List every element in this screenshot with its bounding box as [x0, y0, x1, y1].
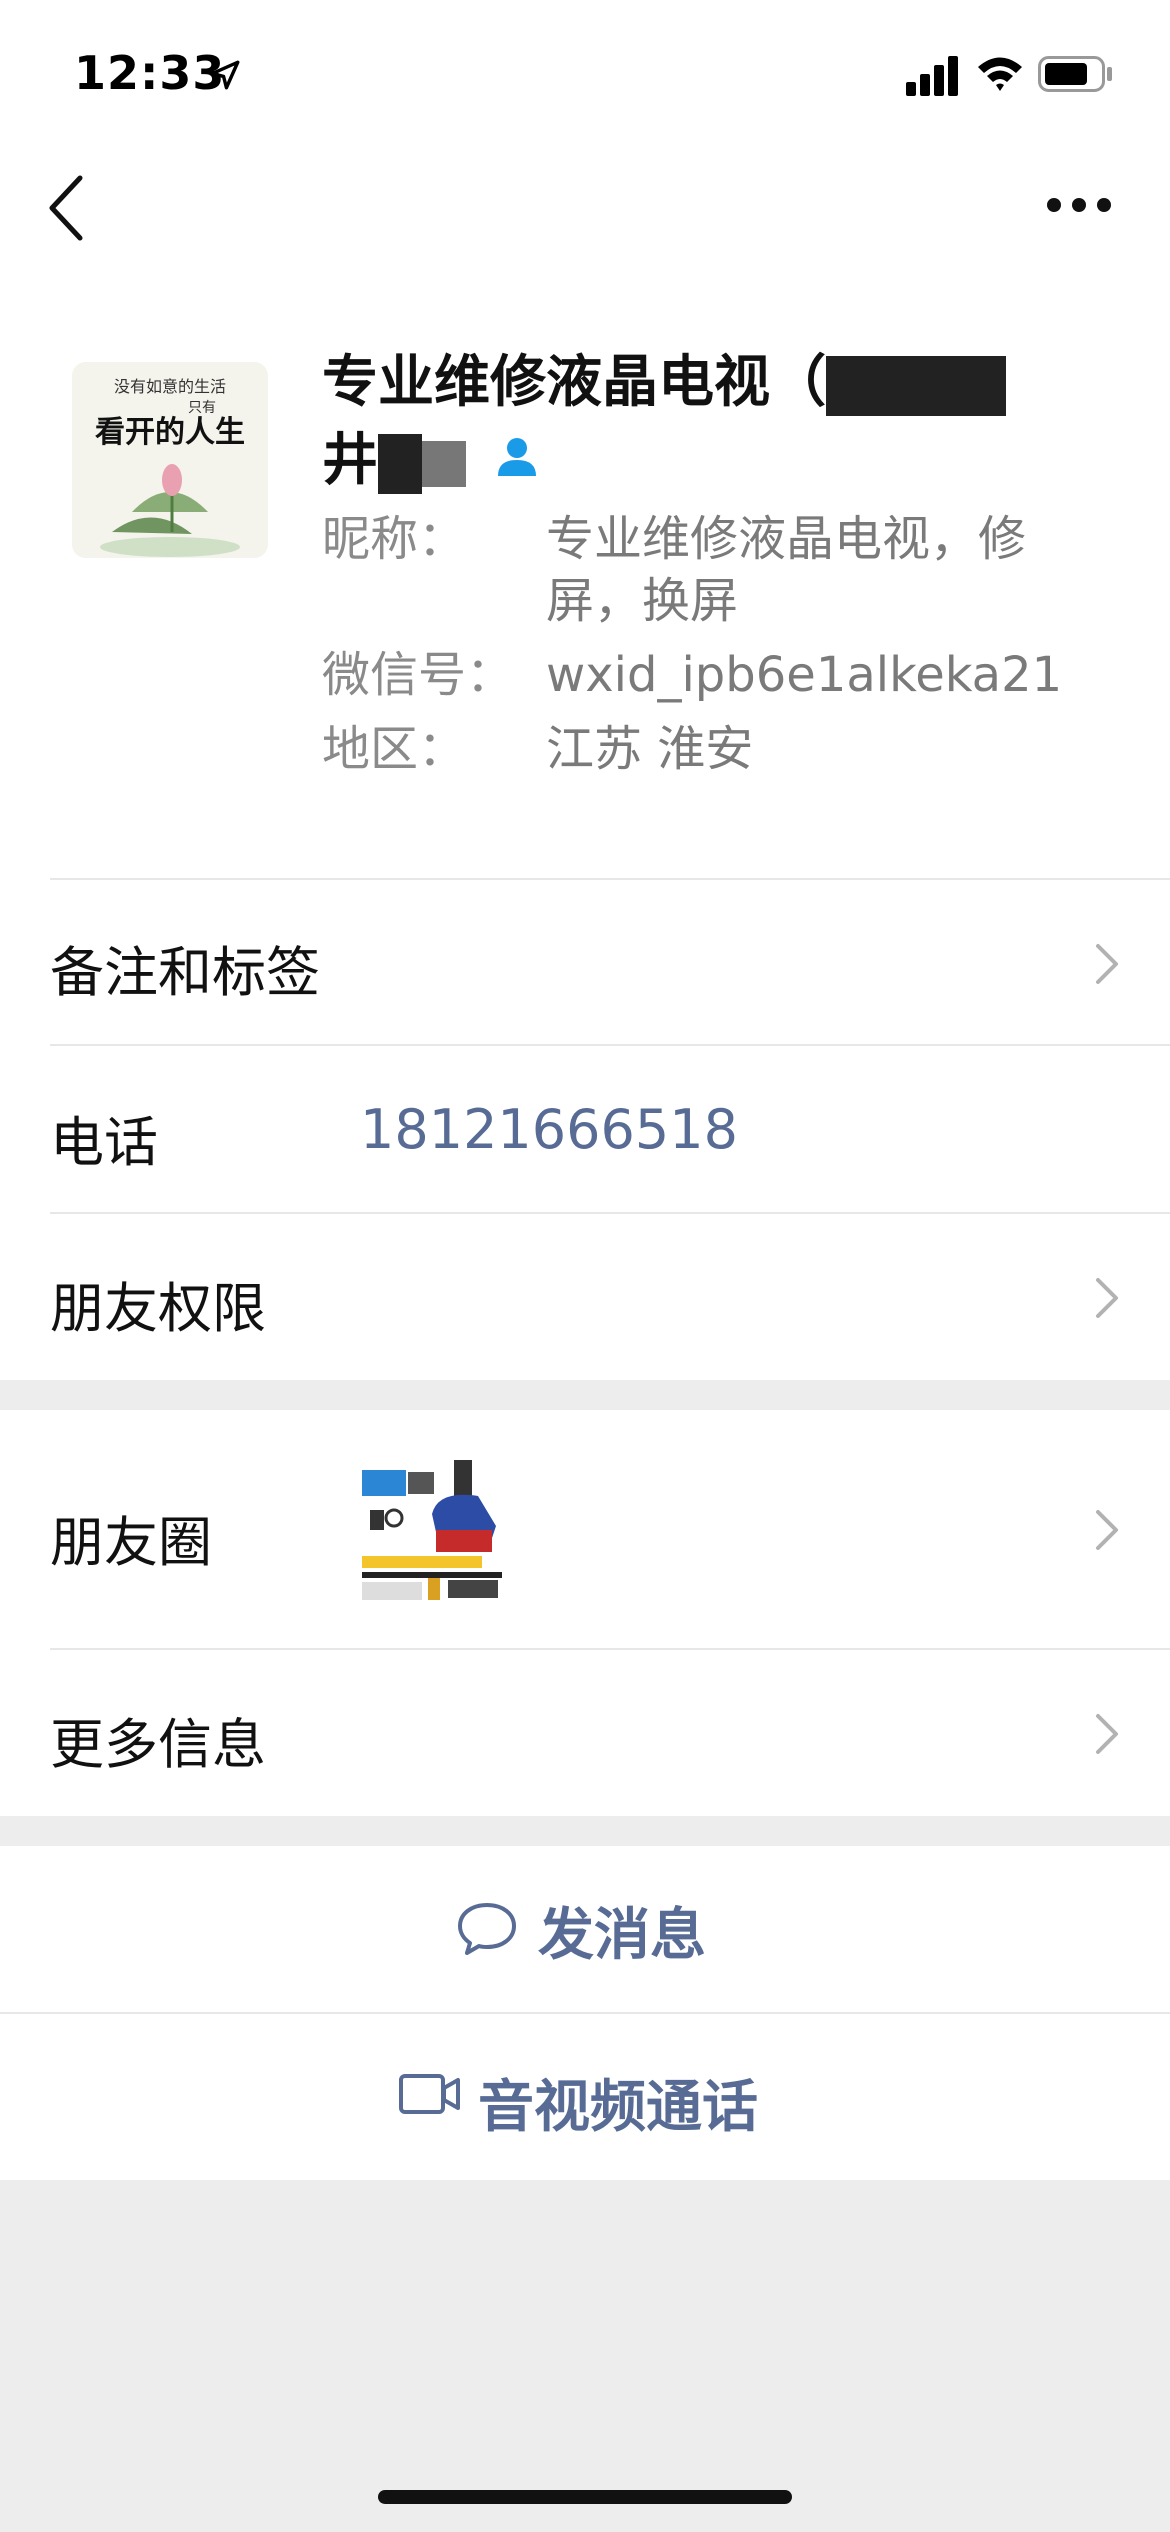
moments-image: [358, 1456, 506, 1604]
video-camera-icon: [399, 2074, 460, 2114]
phone-cell[interactable]: 电话 18121666518: [0, 1046, 1170, 1212]
home-indicator[interactable]: [378, 2490, 792, 2504]
contact-profile-page: 12:33 没有如意的生活 只有 看开的人生 专业维修液晶电视（ 井 昵称： 专…: [0, 0, 1170, 2532]
nickname-value: 专业维修液晶电视，修屏，换屏: [546, 511, 1027, 629]
signal-icon: [906, 56, 958, 96]
send-message-label: 发消息: [538, 1903, 706, 1968]
contact-name: 专业维修液晶电视（ 井: [322, 344, 1092, 500]
chevron-right-icon: [1096, 1510, 1118, 1550]
location-arrow-icon: [210, 60, 240, 90]
region-label: 地区：: [322, 721, 467, 777]
chevron-right-icon: [1096, 1714, 1118, 1754]
friend-permissions-label: 朋友权限: [50, 1277, 266, 1340]
contact-name-line2: 井: [322, 428, 378, 493]
redacted-block: [378, 433, 422, 494]
friend-permissions-cell[interactable]: 朋友权限: [0, 1214, 1170, 1380]
avatar-text-top: 没有如意的生活: [114, 377, 226, 396]
status-bar: 12:33: [0, 0, 1170, 150]
moments-thumbnail[interactable]: [358, 1456, 506, 1604]
redacted-block: [422, 440, 466, 487]
back-arrow-icon[interactable]: [44, 170, 94, 246]
wechat-id-label: 微信号：: [322, 647, 515, 703]
redacted-block: [826, 355, 1006, 416]
send-message-button[interactable]: 发消息: [0, 1846, 1170, 2012]
status-time: 12:33: [74, 46, 226, 100]
nickname-label: 昵称：: [322, 511, 467, 567]
phone-number[interactable]: 18121666518: [360, 1098, 738, 1161]
avatar-text-mid: 只有: [188, 400, 216, 416]
avatar[interactable]: 没有如意的生活 只有 看开的人生: [72, 362, 268, 558]
chevron-right-icon: [1096, 944, 1118, 984]
video-call-label: 音视频通话: [478, 2075, 758, 2140]
phone-label: 电话: [50, 1111, 158, 1174]
battery-icon: [1038, 56, 1112, 92]
wifi-icon: [978, 57, 1022, 91]
remarks-label: 备注和标签: [50, 941, 320, 1004]
avatar-text-main: 看开的人生: [95, 415, 245, 450]
more-info-label: 更多信息: [50, 1713, 266, 1776]
more-icon[interactable]: [1044, 192, 1114, 218]
avatar-image: 没有如意的生活 只有 看开的人生: [72, 362, 268, 558]
region-value: 江苏 淮安: [546, 721, 754, 777]
moments-label: 朋友圈: [50, 1511, 212, 1574]
wechat-id-value[interactable]: wxid_ipb6e1alkeka21: [546, 644, 1086, 706]
person-icon: [498, 438, 536, 476]
moments-cell[interactable]: 朋友圈: [0, 1410, 1170, 1650]
remarks-and-tags-cell[interactable]: 备注和标签: [0, 880, 1170, 1046]
chevron-right-icon: [1096, 1278, 1118, 1318]
contact-name-text: 专业维修液晶电视（: [322, 350, 826, 415]
chat-bubble-icon: [458, 1903, 516, 1955]
video-call-button[interactable]: 音视频通话: [0, 2014, 1170, 2180]
more-info-cell[interactable]: 更多信息: [0, 1650, 1170, 1816]
